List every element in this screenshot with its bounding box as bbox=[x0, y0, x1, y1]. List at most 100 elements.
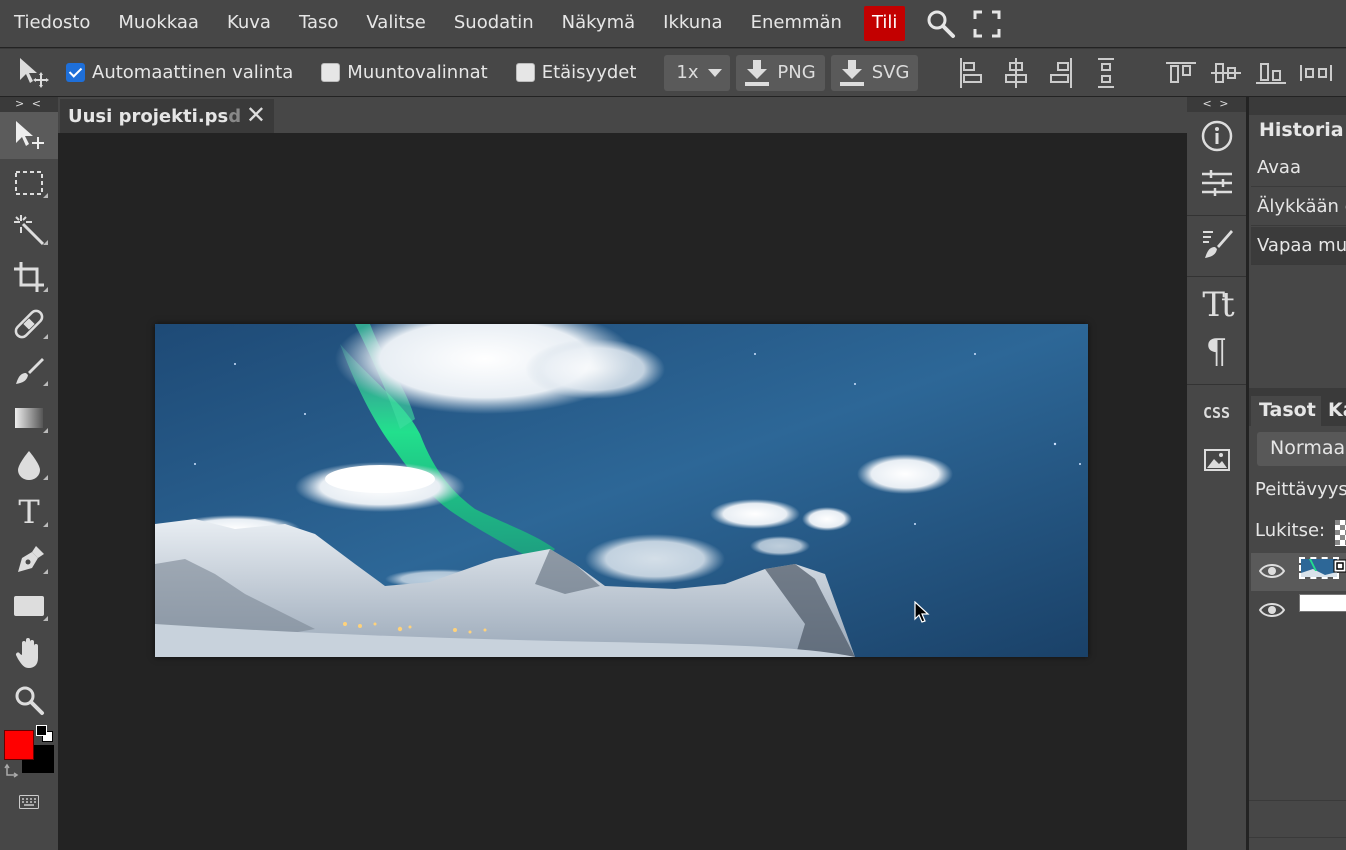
swap-colors-icon[interactable] bbox=[4, 763, 22, 781]
auto-select-checkbox[interactable]: Automaattinen valinta bbox=[66, 62, 293, 83]
history-tab-label: Historia bbox=[1259, 119, 1344, 141]
blend-mode-select[interactable]: Normaa bbox=[1257, 432, 1346, 466]
shape-tool-button[interactable] bbox=[0, 582, 58, 629]
menu-window[interactable]: Ikkuna bbox=[649, 0, 736, 47]
iconcol-collapse-button[interactable]: < > bbox=[1187, 97, 1246, 112]
brush-tool-button[interactable] bbox=[0, 347, 58, 394]
eye-icon[interactable] bbox=[1259, 601, 1285, 619]
move-tool-button[interactable] bbox=[0, 112, 58, 159]
mouse-cursor-icon bbox=[914, 601, 930, 623]
rectangle-icon bbox=[14, 595, 44, 616]
distances-checkbox[interactable]: Etäisyydet bbox=[515, 62, 637, 83]
menu-filter[interactable]: Suodatin bbox=[440, 0, 548, 47]
align-right-icon[interactable] bbox=[1038, 53, 1083, 93]
right-panels: Historia Avaa Älykkään o Vapaa mu Tasot … bbox=[1249, 97, 1346, 850]
image-panel-icon[interactable] bbox=[1187, 436, 1246, 483]
auto-select-label: Automaattinen valinta bbox=[92, 62, 294, 83]
layers-panel-footer bbox=[1249, 800, 1346, 838]
auto-select-check-icon bbox=[66, 63, 85, 82]
character-panel-icon[interactable]: Tt bbox=[1187, 281, 1246, 328]
adjustments-panel-icon[interactable] bbox=[1187, 159, 1246, 206]
crop-icon bbox=[14, 261, 44, 292]
opacity-label: Peittävyys bbox=[1255, 479, 1346, 500]
lock-transparency-icon[interactable] bbox=[1335, 520, 1346, 546]
menu-more[interactable]: Enemmän bbox=[737, 0, 856, 47]
marquee-icon bbox=[15, 170, 43, 195]
magic-wand-tool-button[interactable] bbox=[0, 206, 58, 253]
gradient-icon bbox=[15, 407, 43, 428]
text-tool-button[interactable]: T bbox=[0, 488, 58, 535]
healing-tool-button[interactable] bbox=[0, 300, 58, 347]
search-icon[interactable] bbox=[921, 4, 961, 44]
keyboard-icon[interactable] bbox=[0, 795, 58, 809]
layers-tab[interactable]: Tasot bbox=[1251, 396, 1321, 426]
crop-tool-button[interactable] bbox=[0, 253, 58, 300]
menu-bar: Tiedosto Muokkaa Kuva Taso Valitse Suoda… bbox=[0, 0, 1346, 47]
paragraph-panel-icon[interactable]: ¶ bbox=[1187, 328, 1246, 375]
channels-tab-label: Ka bbox=[1328, 399, 1346, 421]
move-tool-indicator-icon bbox=[0, 56, 66, 90]
transform-check-icon bbox=[321, 63, 341, 82]
align-center-h-icon[interactable] bbox=[993, 53, 1038, 93]
align-bottom-icon[interactable] bbox=[1248, 53, 1293, 93]
history-tab[interactable]: Historia bbox=[1251, 115, 1346, 149]
brush-settings-panel-icon[interactable] bbox=[1187, 220, 1246, 267]
artboard-image[interactable] bbox=[155, 324, 1088, 657]
layer-row-background[interactable] bbox=[1251, 592, 1346, 630]
options-bar: Automaattinen valinta Muuntovalinnat Etä… bbox=[0, 48, 1346, 96]
pen-tool-button[interactable] bbox=[0, 535, 58, 582]
blur-tool-button[interactable] bbox=[0, 441, 58, 488]
document-tabs: Uusi projekti.ps d ✕ bbox=[58, 97, 1187, 133]
layer-row-image[interactable] bbox=[1251, 553, 1346, 591]
export-png-button[interactable]: PNG bbox=[736, 54, 825, 91]
align-top-icon[interactable] bbox=[1158, 53, 1203, 93]
distances-check-icon bbox=[515, 63, 535, 82]
export-svg-button[interactable]: SVG bbox=[830, 54, 919, 91]
lock-label: Lukitse: bbox=[1255, 520, 1326, 541]
menu-file[interactable]: Tiedosto bbox=[0, 0, 104, 47]
brush-icon bbox=[16, 357, 44, 384]
menu-image[interactable]: Kuva bbox=[213, 0, 285, 47]
tools-panel: > < T bbox=[0, 97, 58, 850]
history-row-free-transform[interactable]: Vapaa mu bbox=[1251, 227, 1346, 265]
history-row-smart[interactable]: Älykkään o bbox=[1251, 188, 1346, 226]
menu-edit[interactable]: Muokkaa bbox=[104, 0, 213, 47]
pen-icon bbox=[18, 545, 44, 572]
distribute-v-icon[interactable] bbox=[1083, 53, 1128, 93]
css-panel-icon[interactable]: CSS bbox=[1187, 389, 1246, 436]
smart-object-icon bbox=[1333, 559, 1346, 573]
foreground-color-swatch[interactable] bbox=[4, 730, 34, 760]
menu-view[interactable]: Näkymä bbox=[548, 0, 650, 47]
hand-tool-button[interactable] bbox=[0, 629, 58, 676]
document-tab-title: Uusi projekti.ps bbox=[68, 105, 229, 127]
chevron-down-icon bbox=[708, 68, 723, 77]
toolbar-collapse-button[interactable]: > < bbox=[0, 97, 58, 112]
scale-select[interactable]: 1x bbox=[664, 54, 731, 91]
info-panel-icon[interactable] bbox=[1187, 112, 1246, 159]
eye-icon[interactable] bbox=[1259, 562, 1285, 580]
canvas-area[interactable] bbox=[58, 133, 1187, 850]
reset-colors-icon[interactable] bbox=[36, 725, 54, 743]
marquee-tool-button[interactable] bbox=[0, 159, 58, 206]
close-tab-icon[interactable]: ✕ bbox=[246, 101, 266, 129]
history-row-open[interactable]: Avaa bbox=[1251, 149, 1346, 187]
document-tab[interactable]: Uusi projekti.ps d ✕ bbox=[60, 99, 274, 133]
fullscreen-icon[interactable] bbox=[967, 4, 1007, 44]
channels-tab[interactable]: Ka bbox=[1323, 396, 1346, 426]
magic-wand-icon bbox=[14, 214, 45, 245]
account-button[interactable]: Tili bbox=[863, 6, 906, 41]
distribute-h-icon[interactable] bbox=[1293, 53, 1338, 93]
gradient-tool-button[interactable] bbox=[0, 394, 58, 441]
transform-checkbox[interactable]: Muuntovalinnat bbox=[321, 62, 488, 83]
download-icon bbox=[745, 59, 770, 86]
svg-label: SVG bbox=[871, 62, 910, 83]
align-middle-icon[interactable] bbox=[1203, 53, 1248, 93]
align-left-icon[interactable] bbox=[948, 53, 993, 93]
download-icon bbox=[839, 59, 864, 86]
zoom-tool-button[interactable] bbox=[0, 676, 58, 723]
distances-label: Etäisyydet bbox=[541, 62, 637, 83]
zoom-icon bbox=[15, 686, 44, 715]
menu-layer[interactable]: Taso bbox=[285, 0, 352, 47]
menu-select[interactable]: Valitse bbox=[352, 0, 439, 47]
document-tab-title-faded: d bbox=[228, 105, 242, 127]
